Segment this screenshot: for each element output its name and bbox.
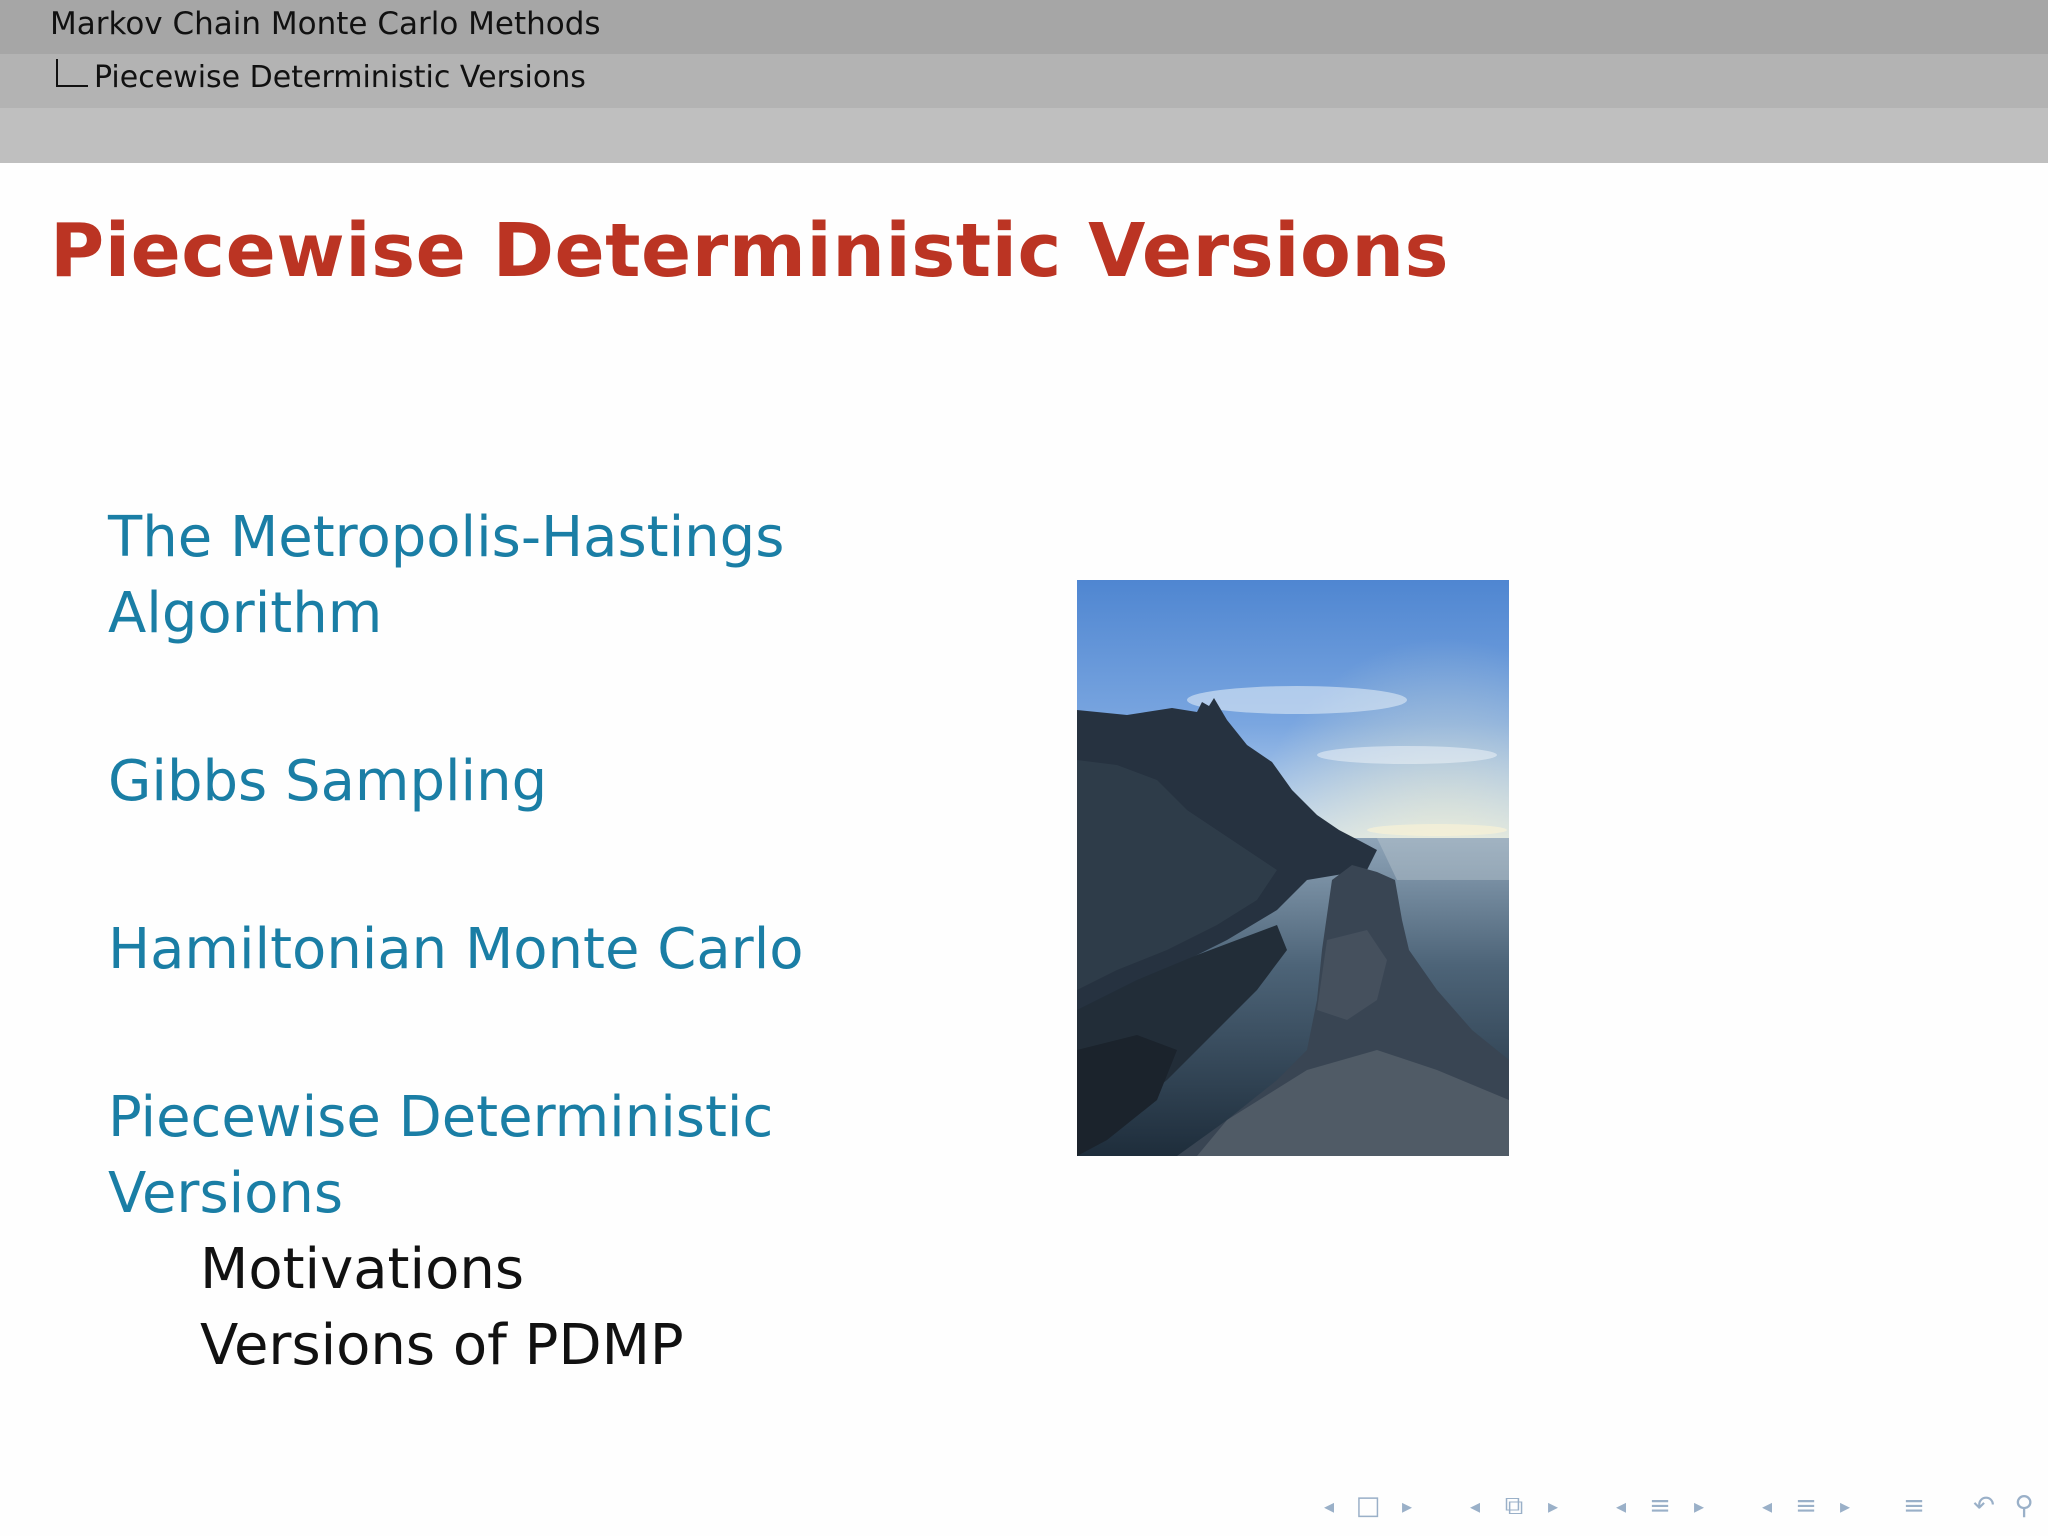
- nav-prev-subsection-icon[interactable]: ◂: [1602, 1494, 1640, 1518]
- slide: Markov Chain Monte Carlo Methods Piecewi…: [0, 0, 2048, 1536]
- nav-back-icon[interactable]: ↶: [1964, 1491, 2004, 1521]
- toc-subsection-motivations[interactable]: Motivations: [108, 1232, 1008, 1308]
- tree-branch-icon: [56, 59, 88, 87]
- nav-prev-section-icon[interactable]: ◂: [1748, 1494, 1786, 1518]
- nav-frame-icon[interactable]: ⧉: [1494, 1491, 1534, 1522]
- nav-slide-icon[interactable]: □: [1348, 1491, 1388, 1521]
- nav-prev-slide-icon[interactable]: ◂: [1310, 1494, 1348, 1518]
- nav-search-icon[interactable]: ⚲: [2004, 1491, 2044, 1521]
- toc-gap: [108, 820, 1008, 912]
- beamer-navigation-bar: ◂ □ ▸ ◂ ⧉ ▸ ◂ ≡ ▸ ◂ ≡ ▸ ≡ ↶ ⚲ ↷: [1310, 1486, 2048, 1526]
- toc-section-label-line1: The Metropolis-Hastings: [108, 505, 785, 570]
- nav-toc-icon[interactable]: ≡: [1894, 1491, 1934, 1521]
- toc-gap: [108, 988, 1008, 1080]
- frame-title: Piecewise Deterministic Versions: [50, 208, 1450, 294]
- toc-section-metropolis-hastings[interactable]: The Metropolis-Hastings Algorithm: [108, 500, 1008, 652]
- header-section-title: Piecewise Deterministic Versions: [56, 59, 586, 95]
- nav-forward-icon[interactable]: ↷: [2044, 1491, 2048, 1521]
- header-band-bottom: [0, 108, 2048, 163]
- nav-subsection-icon[interactable]: ≡: [1640, 1491, 1680, 1521]
- table-of-contents: The Metropolis-Hastings Algorithm Gibbs …: [108, 500, 1008, 1384]
- nav-section-icon[interactable]: ≡: [1786, 1491, 1826, 1521]
- header-presentation-title: Markov Chain Monte Carlo Methods: [50, 6, 601, 42]
- nav-next-subsection-icon[interactable]: ▸: [1680, 1494, 1718, 1518]
- nav-next-slide-icon[interactable]: ▸: [1388, 1494, 1426, 1518]
- nav-next-frame-icon[interactable]: ▸: [1534, 1494, 1572, 1518]
- nav-next-section-icon[interactable]: ▸: [1826, 1494, 1864, 1518]
- toc-gap: [108, 652, 1008, 744]
- toc-section-gibbs-sampling[interactable]: Gibbs Sampling: [108, 744, 1008, 820]
- coastal-cliff-photo: [1077, 580, 1509, 1156]
- header-section-label: Piecewise Deterministic Versions: [94, 60, 586, 95]
- toc-subsection-versions-of-pdmp[interactable]: Versions of PDMP: [108, 1308, 1008, 1384]
- nav-prev-frame-icon[interactable]: ◂: [1456, 1494, 1494, 1518]
- toc-section-piecewise-deterministic[interactable]: Piecewise Deterministic Versions: [108, 1080, 1008, 1232]
- toc-section-hamiltonian-monte-carlo[interactable]: Hamiltonian Monte Carlo: [108, 912, 1008, 988]
- toc-section-label-line2: Algorithm: [108, 581, 383, 646]
